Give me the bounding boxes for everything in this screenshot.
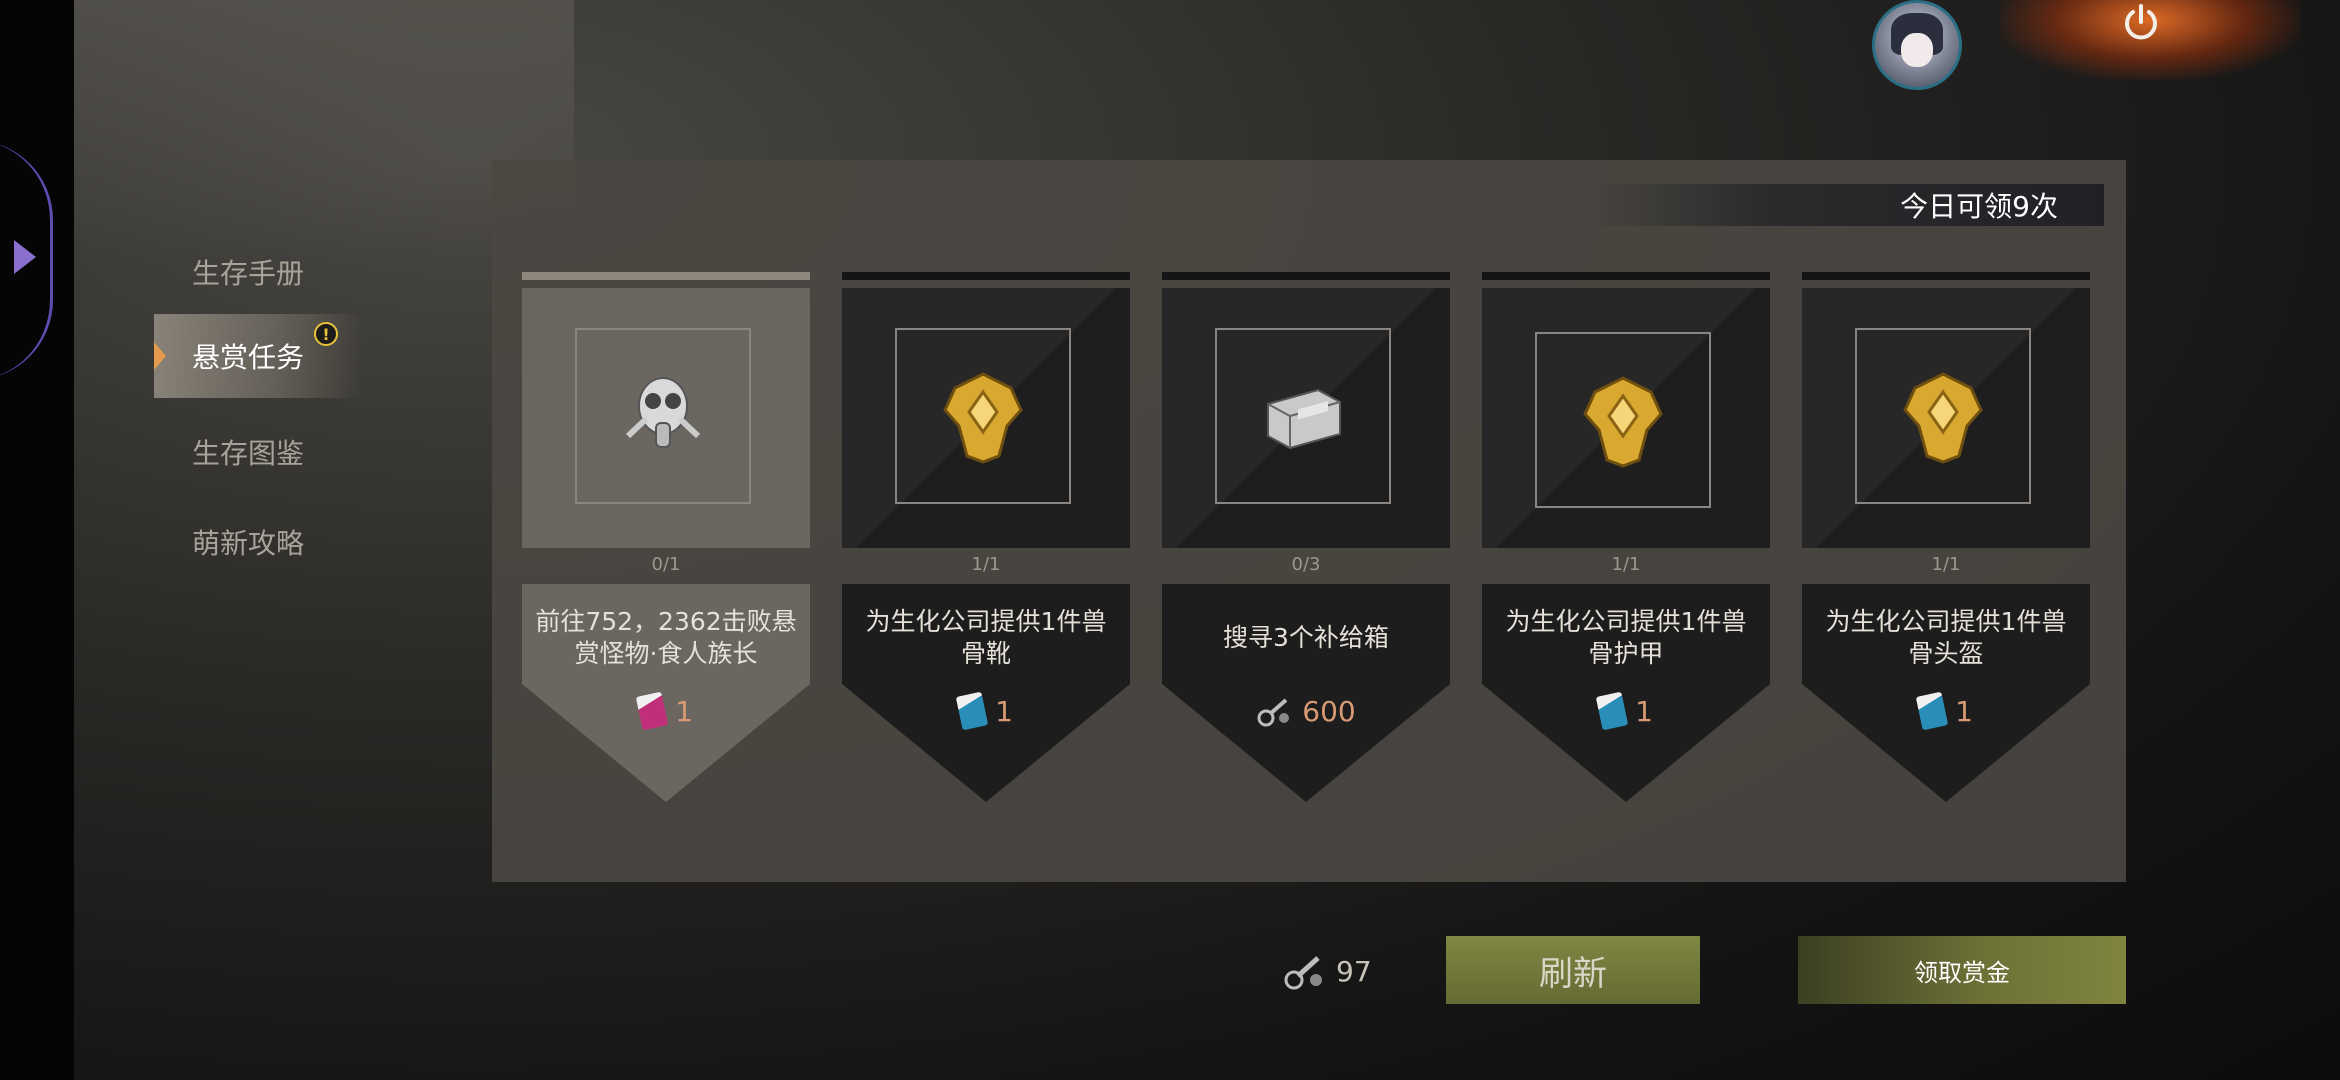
card-image-area bbox=[1802, 288, 2090, 548]
menu-item-bounty-tasks[interactable]: 悬赏任务 ! bbox=[154, 314, 364, 398]
blue-ticket-icon bbox=[1915, 691, 1949, 731]
reward-amount: 1 bbox=[1955, 694, 1973, 728]
card-progress: 1/1 bbox=[1931, 554, 1961, 575]
card-reward: 1 bbox=[1802, 691, 2090, 731]
power-icon[interactable] bbox=[2120, 2, 2162, 44]
card-frame bbox=[1535, 332, 1711, 508]
card-image-area bbox=[1482, 288, 1770, 548]
reward-amount: 600 bbox=[1302, 694, 1356, 728]
card-description: 为生化公司提供1件兽骨头盔 bbox=[1825, 607, 2067, 668]
card-description: 前往752，2362击败悬赏怪物·食人族长 bbox=[535, 607, 797, 668]
daily-count-text: 今日可领9次 bbox=[1900, 190, 2058, 223]
gold-armor-icon bbox=[1583, 376, 1663, 468]
menu-item-survival-manual[interactable]: 生存手册 bbox=[154, 230, 364, 314]
card-progress: 1/1 bbox=[971, 554, 1001, 575]
card-reward: 600 bbox=[1162, 694, 1450, 728]
bounty-card[interactable]: 0/3 搜寻3个补给箱 600 bbox=[1162, 272, 1450, 802]
menu-item-label: 生存图鉴 bbox=[192, 437, 305, 470]
card-description: 为生化公司提供1件兽骨靴 bbox=[865, 607, 1107, 668]
supply-crate-icon bbox=[1267, 388, 1341, 450]
pink-ticket-icon bbox=[635, 691, 669, 731]
card-topline bbox=[1482, 272, 1770, 280]
claim-bounty-button[interactable]: 领取赏金 bbox=[1798, 936, 2126, 1004]
alert-badge: ! bbox=[314, 322, 338, 346]
card-topline bbox=[842, 272, 1130, 280]
card-reward: 1 bbox=[1482, 691, 1770, 731]
card-frame bbox=[895, 328, 1071, 504]
card-topline bbox=[522, 272, 810, 280]
gold-armor-icon bbox=[943, 372, 1023, 464]
bounty-card[interactable]: 0/1 前往752，2362击败悬赏怪物·食人族长 1 bbox=[522, 272, 810, 802]
card-description: 为生化公司提供1件兽骨护甲 bbox=[1505, 607, 1747, 668]
avatar[interactable] bbox=[1872, 0, 1962, 90]
expand-arrow-icon[interactable] bbox=[14, 240, 36, 274]
card-description: 搜寻3个补给箱 bbox=[1223, 623, 1389, 652]
card-frame bbox=[575, 328, 751, 504]
menu-item-label: 生存手册 bbox=[192, 257, 305, 290]
bounty-card[interactable]: 1/1 为生化公司提供1件兽骨靴 1 bbox=[842, 272, 1130, 802]
game-screen: 生存手册 悬赏任务 ! 生存图鉴 萌新攻略 今日可领9次 0/1 前往752，2… bbox=[0, 0, 2340, 1080]
card-frame bbox=[1855, 328, 2031, 504]
left-edge-bar bbox=[0, 0, 74, 1080]
card-reward: 1 bbox=[522, 691, 810, 731]
blue-ticket-icon bbox=[1595, 691, 1629, 731]
card-image-area bbox=[1162, 288, 1450, 548]
gas-mask-icon bbox=[625, 377, 701, 448]
reward-amount: 1 bbox=[675, 694, 693, 728]
card-progress: 0/3 bbox=[1291, 554, 1321, 575]
menu-item-label: 萌新攻略 bbox=[192, 527, 305, 560]
avatar-face bbox=[1901, 33, 1933, 67]
bounty-card[interactable]: 1/1 为生化公司提供1件兽骨头盔 1 bbox=[1802, 272, 2090, 802]
card-image-area bbox=[842, 288, 1130, 548]
blue-ticket-icon bbox=[955, 691, 989, 731]
reward-amount: 1 bbox=[1635, 694, 1653, 728]
card-frame bbox=[1215, 328, 1391, 504]
parts-icon bbox=[1284, 956, 1322, 990]
card-image-area bbox=[522, 288, 810, 548]
card-topline bbox=[1162, 272, 1450, 280]
refresh-button[interactable]: 刷新 bbox=[1446, 936, 1700, 1004]
menu-item-survival-guidebook[interactable]: 生存图鉴 bbox=[154, 410, 364, 494]
gold-armor-icon bbox=[1903, 372, 1983, 464]
menu-item-newbie-guide[interactable]: 萌新攻略 bbox=[154, 500, 364, 584]
bounty-panel: 今日可领9次 0/1 前往752，2362击败悬赏怪物·食人族长 1 1/1 为… bbox=[492, 160, 2126, 882]
reward-amount: 1 bbox=[995, 694, 1013, 728]
menu-item-label: 悬赏任务 bbox=[192, 341, 305, 374]
currency-display: 97 bbox=[1282, 950, 1372, 992]
card-progress: 1/1 bbox=[1611, 554, 1641, 575]
bounty-card[interactable]: 1/1 为生化公司提供1件兽骨护甲 1 bbox=[1482, 272, 1770, 802]
card-reward: 1 bbox=[842, 691, 1130, 731]
currency-amount: 97 bbox=[1336, 954, 1372, 988]
daily-count-banner: 今日可领9次 bbox=[1584, 184, 2104, 226]
parts-icon bbox=[1257, 698, 1290, 727]
card-topline bbox=[1802, 272, 2090, 280]
card-progress: 0/1 bbox=[651, 554, 681, 575]
